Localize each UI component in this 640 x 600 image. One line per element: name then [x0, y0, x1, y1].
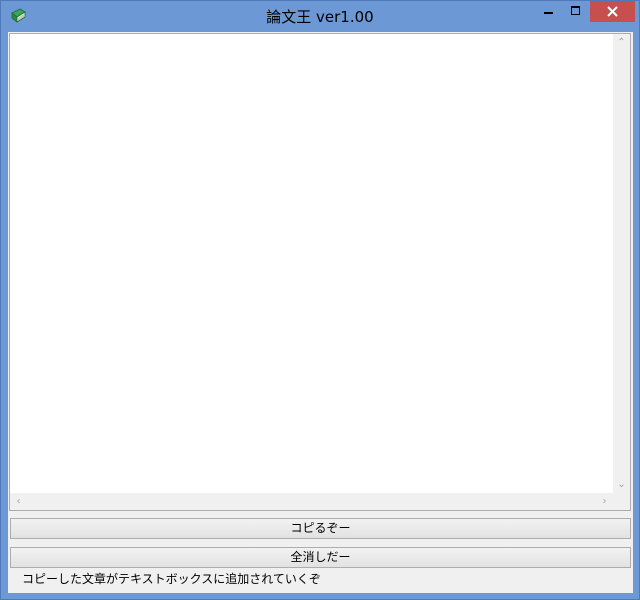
status-label: コピーした文章がテキストボックスに追加されていくぞ	[22, 572, 321, 586]
close-icon	[607, 6, 618, 17]
clear-all-button[interactable]: 全消しだー	[10, 547, 631, 568]
chevron-right-icon[interactable]: ›	[596, 493, 613, 510]
maximize-icon	[571, 6, 580, 15]
scrollbar-corner	[613, 493, 630, 510]
vertical-scrollbar[interactable]: ⌃ ⌄	[613, 34, 630, 493]
title-bar[interactable]: 論文王 ver1.00	[1, 1, 639, 31]
close-button[interactable]	[590, 1, 635, 22]
maximize-button[interactable]	[563, 1, 589, 22]
client-area: ⌃ ⌄ ‹ › コピるぞー 全消しだー コピーした文章がテキストボックスに追加さ…	[8, 32, 633, 593]
text-box[interactable]: ⌃ ⌄ ‹ ›	[9, 33, 631, 511]
chevron-left-icon[interactable]: ‹	[10, 493, 27, 510]
copy-button[interactable]: コピるぞー	[10, 518, 631, 539]
horizontal-scrollbar[interactable]: ‹ ›	[10, 493, 613, 510]
minimize-button[interactable]	[536, 1, 563, 22]
text-box-content[interactable]	[12, 36, 612, 492]
minimize-icon	[544, 12, 553, 14]
app-window: 論文王 ver1.00 ⌃ ⌄ ‹ › コピるぞー 全消しだー コピーした文章が…	[0, 0, 640, 600]
chevron-down-icon[interactable]: ⌄	[613, 476, 630, 493]
chevron-up-icon[interactable]: ⌃	[613, 34, 630, 51]
